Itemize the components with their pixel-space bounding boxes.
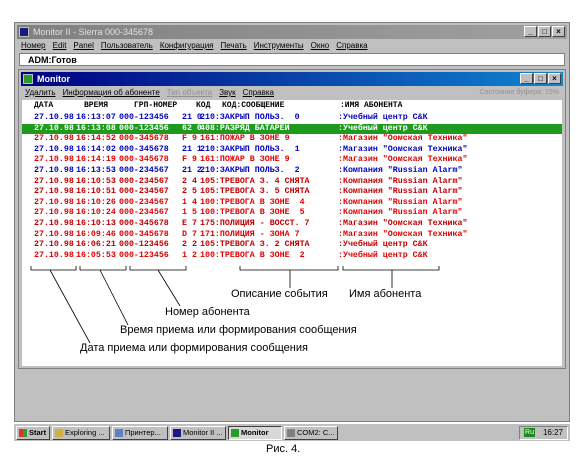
bracket-time xyxy=(79,266,127,271)
taskbar-item-com2[interactable]: COM2: C... xyxy=(284,425,338,440)
folder-icon xyxy=(55,428,63,437)
language-indicator[interactable]: Ru xyxy=(524,428,535,437)
leader-date xyxy=(49,269,91,344)
windows-logo-icon xyxy=(19,428,27,437)
terminal-icon xyxy=(287,428,295,437)
leader-number xyxy=(157,269,181,307)
figure-caption: Рис. 4. xyxy=(266,443,301,455)
taskbar-item-printer[interactable]: Принтер... xyxy=(112,425,168,440)
annotation-event-desc: Описание события xyxy=(231,288,328,300)
annotation-lines xyxy=(30,266,440,344)
start-button[interactable]: Start xyxy=(16,425,50,440)
annotation-date: Дата приема или формирования сообщения xyxy=(80,342,308,354)
taskbar-item-monitor[interactable]: Monitor xyxy=(228,425,282,440)
annotation-subscriber-number: Номер абонента xyxy=(165,306,250,318)
bracket-subscriber xyxy=(342,266,440,271)
monitor-app-icon xyxy=(173,428,181,437)
annotation-time: Время приема или формирования сообщения xyxy=(120,324,357,336)
taskbar-item-exploring[interactable]: Exploring ... xyxy=(52,425,110,440)
clock: 16:27 xyxy=(542,427,563,437)
annotation-subscriber-name: Имя абонента xyxy=(349,288,422,300)
leader-time xyxy=(99,269,129,326)
taskbar-item-monitor-ii[interactable]: Monitor II ... xyxy=(170,425,226,440)
bracket-message xyxy=(239,266,339,271)
system-tray: Ru 16:27 xyxy=(519,425,568,440)
bracket-date xyxy=(30,266,77,271)
taskbar: Start Exploring ... Принтер... Monitor I… xyxy=(14,423,570,441)
monitor-window-icon xyxy=(231,428,239,437)
printer-icon xyxy=(115,428,123,437)
bracket-number xyxy=(129,266,187,271)
